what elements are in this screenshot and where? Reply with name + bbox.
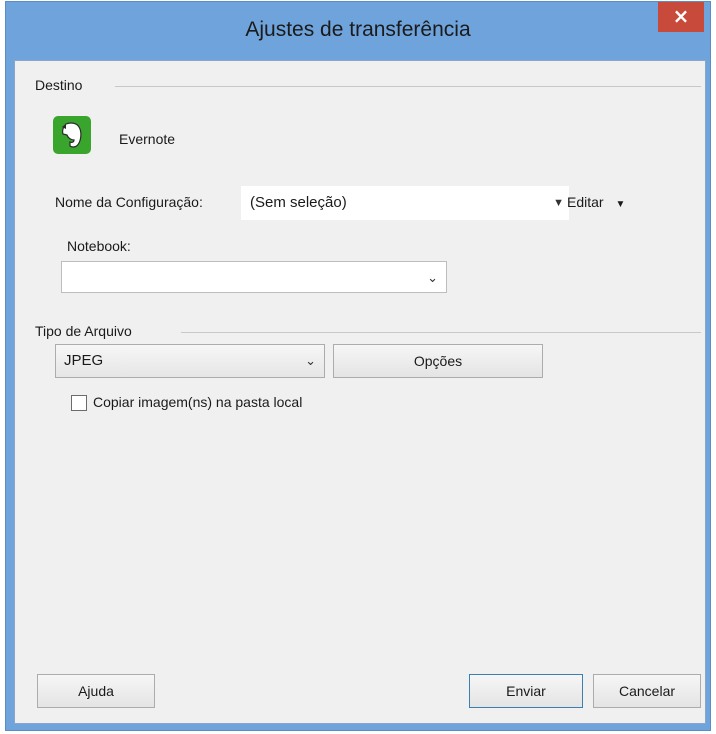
- close-icon: ×: [672, 4, 690, 28]
- file-type-group-line: [181, 332, 701, 333]
- send-button[interactable]: Enviar: [469, 674, 583, 708]
- dialog-window: Ajustes de transferência × Destino Evern…: [6, 2, 710, 730]
- close-button[interactable]: ×: [658, 2, 704, 32]
- destino-group-label: Destino: [35, 77, 89, 93]
- dialog-content: Destino Evernote Nome da Configuração: (…: [14, 60, 706, 724]
- chevron-down-icon: ⌄: [305, 353, 316, 368]
- copy-local-label: Copiar imagem(ns) na pasta local: [93, 394, 303, 410]
- copy-local-checkbox[interactable]: [71, 395, 87, 411]
- edit-label: Editar: [567, 194, 604, 210]
- cancel-button[interactable]: Cancelar: [593, 674, 701, 708]
- edit-menu-button[interactable]: Editar ▼: [567, 194, 625, 210]
- title-bar[interactable]: Ajustes de transferência ×: [6, 2, 710, 60]
- send-button-label: Enviar: [506, 683, 546, 699]
- file-format-value: JPEG: [64, 352, 104, 369]
- evernote-elephant-icon: [53, 116, 91, 154]
- destino-group-line: [115, 86, 701, 87]
- chevron-down-icon: ⌄: [427, 270, 438, 285]
- help-button[interactable]: Ajuda: [37, 674, 155, 708]
- config-name-select[interactable]: (Sem seleção) ▼: [241, 186, 569, 220]
- service-name: Evernote: [119, 131, 176, 147]
- chevron-down-icon: ▼: [615, 199, 626, 210]
- config-name-label: Nome da Configuração:: [55, 194, 203, 210]
- options-button-label: Opções: [413, 353, 463, 369]
- notebook-label: Notebook:: [67, 238, 131, 254]
- help-button-label: Ajuda: [78, 683, 114, 699]
- file-format-select[interactable]: JPEG ⌄: [55, 344, 325, 378]
- cancel-button-label: Cancelar: [618, 683, 676, 699]
- notebook-select[interactable]: ⌄: [61, 261, 447, 293]
- chevron-down-icon: ▼: [553, 197, 564, 209]
- evernote-elephant-icon-glyph: [62, 122, 82, 148]
- file-type-group-label: Tipo de Arquivo: [35, 323, 138, 339]
- options-button[interactable]: Opções: [333, 344, 543, 378]
- window-title: Ajustes de transferência: [245, 18, 471, 41]
- config-name-value: (Sem seleção): [250, 194, 347, 211]
